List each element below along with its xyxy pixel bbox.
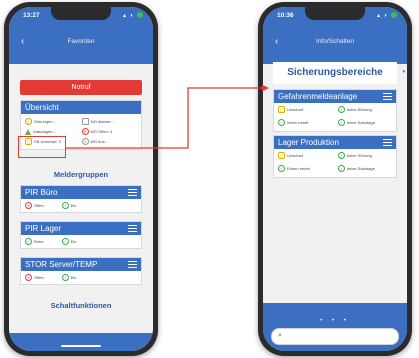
- group-header: PIR Lager: [21, 222, 141, 235]
- overview-item-mg-offen[interactable]: ✕ MG Offen: 4: [81, 128, 139, 135]
- right-screen: 10:36 ▴ ◗ ‹ Info/Schalten Sicherungsbere…: [263, 7, 407, 351]
- chevron-down-icon[interactable]: ▾: [402, 69, 405, 75]
- area-header: Gefahrenmeldeanlage: [274, 90, 396, 103]
- battery-icon: [137, 12, 143, 19]
- status-time: 13:27: [23, 12, 40, 19]
- group-card-pir-lager[interactable]: PIR Lager ✓ Ruhe i Ein: [20, 221, 142, 249]
- area-ready-state: ✓ Extern bereit: [278, 165, 310, 172]
- area-ready-state: ✓ Intern bereit: [278, 119, 309, 126]
- x-circle-icon: ✕: [25, 274, 32, 281]
- overview-item-mg-alarme[interactable]: MG Alarme: -: [81, 118, 139, 125]
- left-screen: 13:27 ▴ ◗ ‹ Favoriten Notruf Übersicht !…: [9, 7, 153, 351]
- menu-icon[interactable]: [383, 93, 392, 100]
- search-icon: ⌕: [278, 332, 282, 339]
- overview-item-mg-aus[interactable]: ⊘ MG Aus: -: [81, 138, 139, 145]
- group-status: ✕ Offen: [25, 274, 44, 281]
- check-circle-icon: ✓: [338, 106, 345, 113]
- group-mode: i Ein: [61, 202, 77, 209]
- check-circle-icon: ✓: [25, 238, 32, 245]
- check-circle-icon: ✓: [338, 119, 345, 126]
- bottom-bar: [9, 333, 153, 351]
- check-circle-icon: ✓: [338, 165, 345, 172]
- menu-icon[interactable]: [383, 139, 392, 146]
- area-fault-state: ✓ keine Störung: [338, 152, 372, 159]
- schaltfunktionen-title: Schaltfunktionen: [50, 301, 112, 310]
- warning-triangle-icon: !: [25, 118, 32, 125]
- status-time: 10:36: [277, 12, 294, 19]
- status-icons: ▴ ◗: [123, 12, 143, 19]
- area-arm-state: ▢ Unscharf: [278, 152, 304, 159]
- group-card-pir-buero[interactable]: PIR Büro ✕ Offen i Ein: [20, 185, 142, 213]
- search-input[interactable]: ⌕: [271, 328, 399, 345]
- lock-icon: ▢: [278, 152, 285, 159]
- group-header: STOR Server/TEMP: [21, 258, 141, 271]
- lock-icon: ▢: [278, 106, 285, 113]
- phone-notch: [305, 7, 365, 20]
- info-icon: i: [61, 202, 69, 209]
- favorites-content: Notruf Übersicht ! Störungen: - MG Alarm…: [9, 64, 153, 351]
- meldergruppen-title: Meldergruppen: [53, 170, 109, 179]
- overview-item-stoerungen[interactable]: ! Störungen: -: [25, 118, 82, 125]
- check-circle-icon: ✓: [278, 119, 285, 126]
- menu-icon[interactable]: [128, 261, 137, 268]
- area-sabotage-state: ✓ keine Sabotage: [338, 119, 375, 126]
- bottom-panel: • • • ⌕: [263, 303, 407, 351]
- disabled-icon: ⊘: [81, 138, 89, 145]
- square-icon: [81, 118, 89, 125]
- check-circle-icon: ✓: [278, 165, 285, 172]
- home-indicator[interactable]: [61, 345, 101, 347]
- sabotage-triangle-icon: [25, 128, 31, 135]
- phone-notch: [51, 7, 111, 20]
- sicherungsbereiche-heading: Sicherungsbereiche: [273, 62, 397, 84]
- group-card-stor-server[interactable]: STOR Server/TEMP ✕ Offen i Ein: [20, 257, 142, 285]
- menu-icon[interactable]: [128, 225, 137, 232]
- menu-icon[interactable]: [128, 189, 137, 196]
- area-fault-state: ✓ keine Störung: [338, 106, 372, 113]
- battery-icon: [391, 12, 397, 19]
- overview-item-sabotagen[interactable]: Sabotagen: -: [25, 128, 82, 135]
- group-status: ✓ Ruhe: [25, 238, 44, 245]
- info-icon: i: [61, 274, 69, 281]
- area-card-lager-produktion[interactable]: Lager Produktion ▢ Unscharf ✓ keine Stör…: [273, 135, 397, 178]
- info-icon: i: [61, 238, 69, 245]
- page-title: Info/Schalten: [316, 38, 354, 45]
- area-arm-state: ▢ Unscharf: [278, 106, 304, 113]
- check-circle-icon: ✓: [338, 152, 345, 159]
- highlight-box: [18, 136, 66, 158]
- page-dots[interactable]: • • •: [263, 318, 407, 324]
- notruf-button[interactable]: Notruf: [20, 80, 142, 95]
- group-status: ✕ Offen: [25, 202, 44, 209]
- group-header: PIR Büro: [21, 186, 141, 199]
- area-header: Lager Produktion: [274, 136, 396, 149]
- area-card-gefahrenmeldeanlage[interactable]: Gefahrenmeldeanlage ▢ Unscharf ✓ keine S…: [273, 89, 397, 132]
- group-mode: i Ein: [61, 238, 76, 245]
- area-sabotage-state: ✓ keine Sabotage: [338, 165, 375, 172]
- x-circle-icon: ✕: [81, 128, 89, 135]
- status-icons: ▴ ◗: [377, 12, 397, 19]
- group-mode: i Ein: [61, 274, 77, 281]
- overview-header: Übersicht: [21, 101, 141, 114]
- x-circle-icon: ✕: [25, 202, 32, 209]
- right-phone: 10:36 ▴ ◗ ‹ Info/Schalten Sicherungsbere…: [258, 2, 412, 356]
- page-title: Favoriten: [67, 38, 95, 45]
- left-phone: 13:27 ▴ ◗ ‹ Favoriten Notruf Übersicht !…: [4, 2, 158, 356]
